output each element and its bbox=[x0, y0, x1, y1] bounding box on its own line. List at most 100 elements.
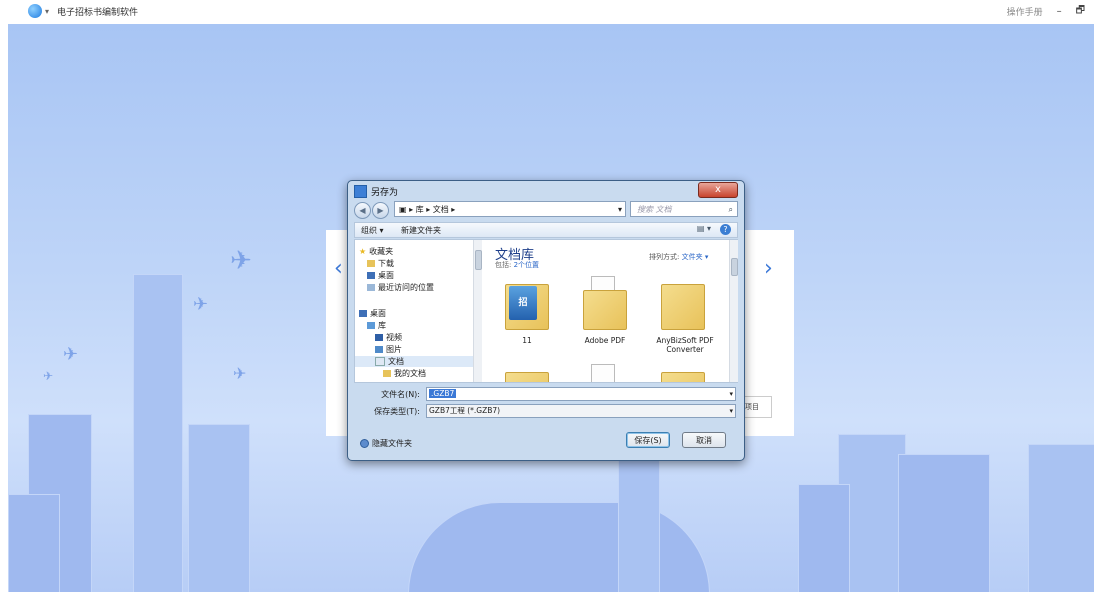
forward-button[interactable]: ▶ bbox=[372, 202, 389, 219]
dialog-titlebar: 另存为 bbox=[354, 185, 398, 198]
dialog-toolbar: 组织 ▾ 新建文件夹 ▤ ▾ ? bbox=[354, 222, 738, 238]
new-folder-button[interactable]: 新建文件夹 bbox=[401, 225, 441, 236]
app-title: 电子招标书编制软件 bbox=[57, 7, 139, 18]
building bbox=[188, 424, 250, 592]
stadium bbox=[408, 502, 710, 592]
building bbox=[798, 484, 850, 592]
folder-label[interactable]: Adobe PDF bbox=[565, 336, 645, 345]
dialog-app-icon bbox=[354, 185, 367, 198]
file-browser: ★ 收藏夹 下载 桌面 最近访问的位置 桌面 库 视频 图片 文档 我的文档 文… bbox=[354, 239, 738, 383]
filename-input[interactable]: .GZB7 ▾ bbox=[426, 387, 736, 401]
filetype-value: GZB7工程 (*.GZB7) bbox=[429, 406, 501, 415]
tower bbox=[133, 274, 183, 592]
folder-icon[interactable] bbox=[661, 364, 705, 382]
address-bar[interactable]: ▣ ▸ 库 ▸ 文档 ▸ ▾ bbox=[394, 201, 626, 217]
content-scrollbar[interactable] bbox=[729, 240, 738, 382]
collapse-icon bbox=[360, 439, 369, 448]
filename-label: 文件名(N): bbox=[381, 390, 420, 399]
folder-body bbox=[583, 290, 627, 330]
folder-body bbox=[661, 284, 705, 330]
nav-recent[interactable]: 最近访问的位置 bbox=[367, 282, 434, 293]
filename-value: .GZB7 bbox=[429, 389, 457, 398]
building bbox=[8, 494, 60, 592]
star-icon: ★ bbox=[359, 247, 367, 256]
search-icon[interactable]: ⌕ bbox=[729, 202, 733, 218]
nav-scroll-thumb[interactable] bbox=[475, 250, 482, 270]
library-icon bbox=[367, 322, 375, 329]
nav-label: 下载 bbox=[378, 259, 394, 268]
view-options-icon[interactable]: ▤ ▾ bbox=[697, 224, 711, 233]
arrange-label: 排列方式: bbox=[649, 253, 680, 261]
library-subtitle: 包括: 2个位置 bbox=[495, 260, 539, 270]
manual-link[interactable]: 操作手册 bbox=[1007, 5, 1043, 18]
search-input[interactable]: 搜索 文档 ⌕ bbox=[630, 201, 738, 217]
library-includes: 包括: bbox=[495, 261, 512, 269]
folder-adobe-pdf-icon[interactable] bbox=[583, 276, 627, 330]
nav-scrollbar[interactable] bbox=[473, 240, 482, 382]
folder-icon bbox=[383, 370, 391, 377]
nav-label: 最近访问的位置 bbox=[378, 283, 434, 292]
folder-label[interactable]: AnyBizSoft PDF Converter bbox=[645, 336, 725, 354]
back-button[interactable]: ◀ bbox=[354, 202, 371, 219]
nav-label: 收藏夹 bbox=[369, 247, 394, 256]
library-locations-link[interactable]: 2个位置 bbox=[514, 261, 539, 269]
nav-videos[interactable]: 视频 bbox=[375, 332, 402, 343]
filetype-dropdown-icon[interactable]: ▾ bbox=[729, 405, 733, 417]
nav-documents[interactable]: 文档 bbox=[355, 356, 475, 367]
dialog-title: 另存为 bbox=[371, 188, 399, 198]
arrange-dropdown[interactable]: 文件夹 ▾ bbox=[682, 253, 709, 261]
nav-label: 文档 bbox=[388, 357, 404, 366]
panel-input[interactable]: 项目 bbox=[744, 396, 772, 418]
folder-body bbox=[661, 372, 705, 382]
nav-label: 桌面 bbox=[370, 309, 386, 318]
save-button[interactable]: 保存(S) bbox=[626, 432, 670, 448]
content-scroll-thumb[interactable] bbox=[731, 258, 738, 276]
nav-desktop[interactable]: 桌面 bbox=[367, 270, 394, 281]
app-menu-caret-icon[interactable]: ▾ bbox=[45, 7, 49, 16]
address-dropdown-icon[interactable]: ▾ bbox=[618, 202, 622, 218]
address-path: ▣ ▸ 库 ▸ 文档 ▸ bbox=[399, 205, 456, 214]
folder-anybizsoft-icon[interactable] bbox=[661, 276, 705, 330]
folder-paper bbox=[591, 364, 615, 382]
nav-downloads[interactable]: 下载 bbox=[367, 258, 394, 269]
navigation-pane: ★ 收藏夹 下载 桌面 最近访问的位置 桌面 库 视频 图片 文档 我的文档 bbox=[355, 240, 483, 382]
folder-icon[interactable] bbox=[583, 364, 627, 382]
folder-label[interactable]: 11 bbox=[487, 336, 567, 345]
nav-label: 库 bbox=[378, 321, 386, 330]
search-placeholder: 搜索 文档 bbox=[637, 205, 672, 214]
folder-11-icon[interactable]: 招 bbox=[505, 276, 549, 330]
documents-icon bbox=[375, 357, 385, 366]
cancel-button[interactable]: 取消 bbox=[682, 432, 726, 448]
organize-button[interactable]: 组织 ▾ bbox=[361, 225, 384, 236]
nav-libraries[interactable]: 库 bbox=[367, 320, 386, 331]
filetype-select[interactable]: GZB7工程 (*.GZB7) ▾ bbox=[426, 404, 736, 418]
building bbox=[618, 444, 660, 592]
filetype-label: 保存类型(T): bbox=[374, 407, 420, 416]
panel-input-text: 项目 bbox=[745, 403, 759, 411]
nav-pictures[interactable]: 图片 bbox=[375, 344, 402, 355]
nav-desktop-root[interactable]: 桌面 bbox=[359, 308, 386, 319]
app-logo-icon[interactable] bbox=[28, 4, 42, 18]
address-row: ◀ ▶ ▣ ▸ 库 ▸ 文档 ▸ ▾ 搜索 文档 ⌕ bbox=[354, 201, 738, 219]
bird-icon: ✈ bbox=[230, 246, 252, 276]
folder-body bbox=[505, 372, 549, 382]
filename-dropdown-icon[interactable]: ▾ bbox=[729, 388, 733, 400]
building bbox=[898, 454, 990, 592]
bird-icon: ✈ bbox=[233, 364, 247, 383]
app-titlebar: ▾ 电子招标书编制软件 操作手册 – 🗗 bbox=[0, 0, 1103, 22]
bid-app-icon: 招 bbox=[509, 286, 537, 320]
nav-favorites[interactable]: ★ 收藏夹 bbox=[359, 246, 393, 257]
building bbox=[1028, 444, 1094, 592]
minimize-button[interactable]: – bbox=[1057, 6, 1062, 17]
restore-button[interactable]: 🗗 bbox=[1076, 3, 1085, 20]
dialog-close-button[interactable]: x bbox=[698, 182, 738, 198]
help-icon[interactable]: ? bbox=[720, 224, 731, 235]
prev-arrow-icon[interactable]: ‹ bbox=[334, 256, 343, 281]
nav-my-documents[interactable]: 我的文档 bbox=[383, 368, 426, 379]
nav-label: 桌面 bbox=[378, 271, 394, 280]
next-arrow-icon[interactable]: › bbox=[764, 256, 773, 281]
folder-icon[interactable] bbox=[505, 364, 549, 382]
desktop-icon bbox=[367, 272, 375, 279]
hide-folders-toggle[interactable]: 隐藏文件夹 bbox=[360, 438, 412, 449]
nav-label: 图片 bbox=[386, 345, 402, 354]
